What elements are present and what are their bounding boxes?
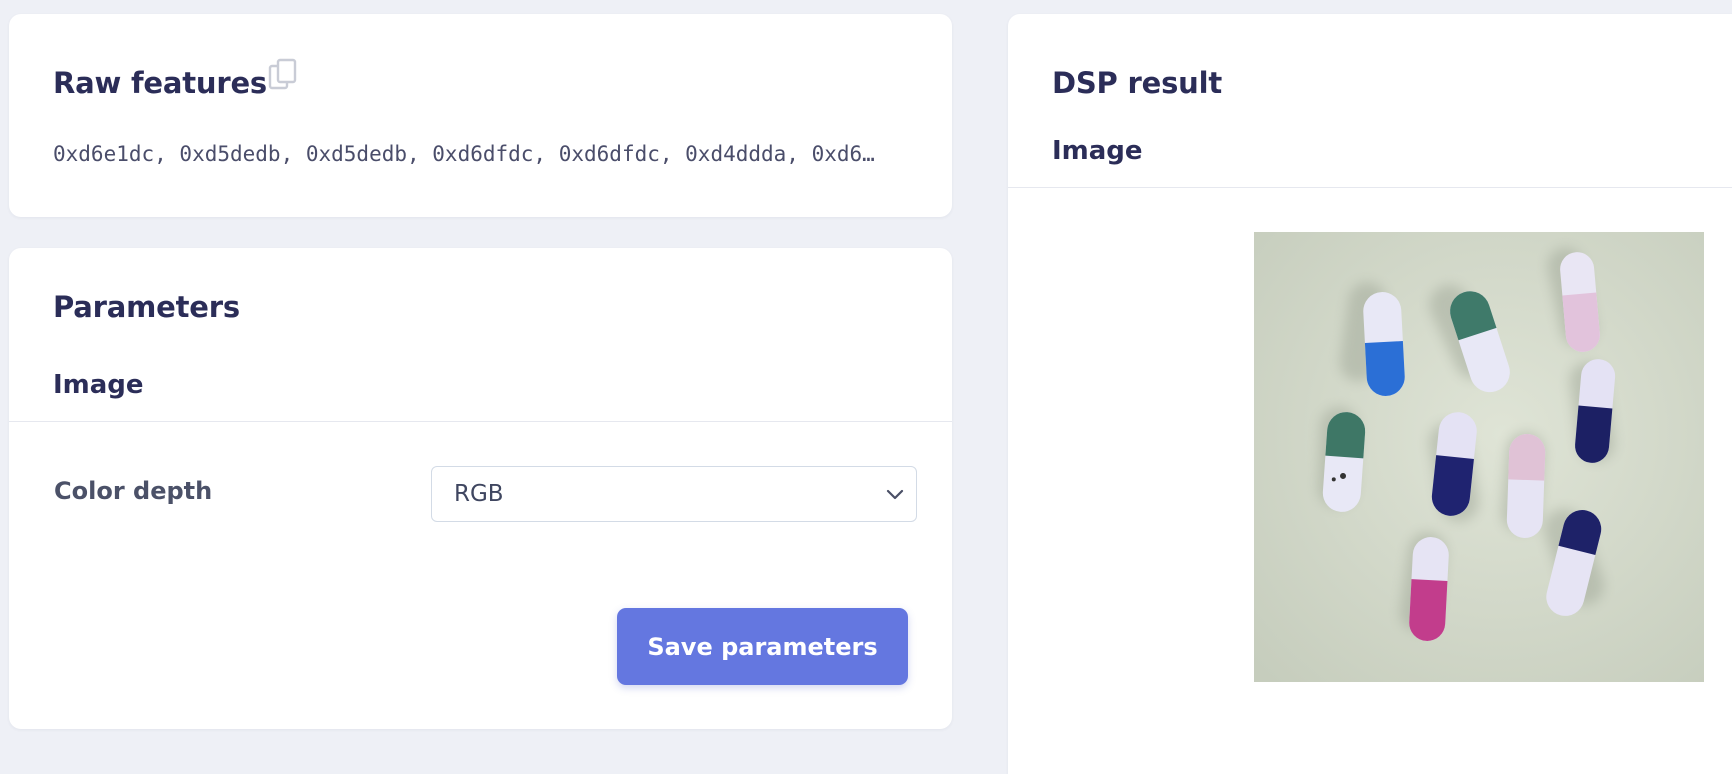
- raw-features-values: 0xd6e1dc, 0xd5dedb, 0xd5dedb, 0xd6dfdc, …: [53, 142, 875, 166]
- parameters-title: Parameters: [53, 290, 240, 324]
- dsp-result-image: [1254, 232, 1704, 682]
- save-parameters-button[interactable]: Save parameters: [617, 608, 908, 685]
- dsp-result-card: DSP result Image: [1008, 14, 1732, 774]
- color-depth-label: Color depth: [54, 477, 213, 505]
- dsp-result-title: DSP result: [1052, 66, 1222, 100]
- dsp-result-section-image: Image: [1052, 136, 1143, 166]
- raw-features-title: Raw features: [53, 66, 267, 100]
- raw-features-card: Raw features 0xd6e1dc, 0xd5dedb, 0xd5ded…: [9, 14, 952, 217]
- color-depth-value: RGB: [454, 481, 504, 507]
- parameters-card: Parameters Image Color depth RGB Save pa…: [9, 248, 952, 729]
- color-depth-select[interactable]: RGB: [431, 466, 917, 522]
- parameters-section-image: Image: [53, 370, 144, 400]
- section-divider: [9, 421, 952, 422]
- section-divider: [1008, 187, 1732, 188]
- chevron-down-icon: [884, 483, 906, 505]
- copy-icon[interactable]: [268, 58, 298, 90]
